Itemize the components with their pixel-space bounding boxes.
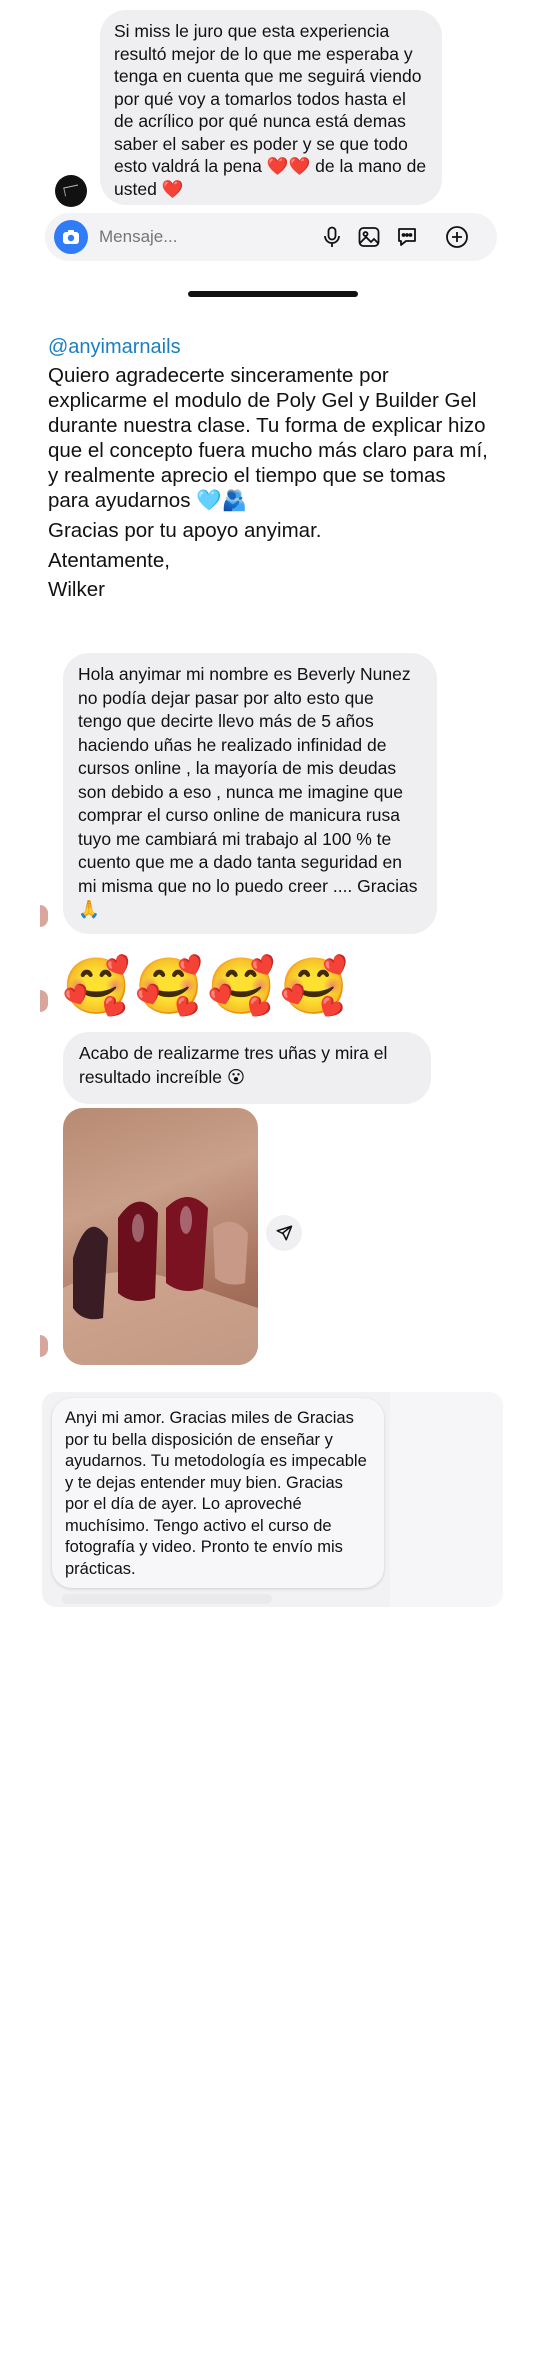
avatar	[40, 1335, 48, 1357]
message-input[interactable]	[99, 223, 349, 251]
camera-icon[interactable]	[54, 220, 88, 254]
avatar	[40, 990, 48, 1012]
avatar	[40, 905, 48, 927]
nail-photo[interactable]	[63, 1108, 258, 1365]
avatar[interactable]	[55, 175, 87, 207]
message-composer	[45, 213, 497, 261]
home-indicator	[188, 291, 358, 297]
message-bubble-1: Si miss le juro que esta experiencia res…	[100, 10, 442, 205]
letter-signature: Wilker	[48, 578, 105, 601]
microphone-icon[interactable]	[320, 225, 344, 249]
message-bubble-2: Hola anyimar mi nombre es Beverly Nunez …	[63, 653, 437, 934]
letter-thanks: Gracias por tu apoyo anyimar.	[48, 519, 322, 542]
handle-mention[interactable]: @anyimarnails	[48, 336, 181, 359]
share-icon[interactable]	[266, 1215, 302, 1251]
emoji-message: 🥰🥰🥰🥰	[62, 955, 352, 1017]
message-bubble-edge	[62, 1594, 272, 1604]
letter-closing: Atentamente,	[48, 549, 170, 572]
gallery-icon[interactable]	[357, 225, 381, 249]
sticker-icon[interactable]	[395, 225, 419, 249]
letter-paragraph: Quiero agradecerte sinceramente por expl…	[48, 364, 488, 512]
plus-icon[interactable]	[445, 225, 469, 249]
screenshot-panel-shade	[390, 1392, 503, 1607]
message-bubble-4: Anyi mi amor. Gracias miles de Gracias p…	[52, 1398, 384, 1588]
message-bubble-3: Acabo de realizarme tres uñas y mira el …	[63, 1032, 431, 1104]
